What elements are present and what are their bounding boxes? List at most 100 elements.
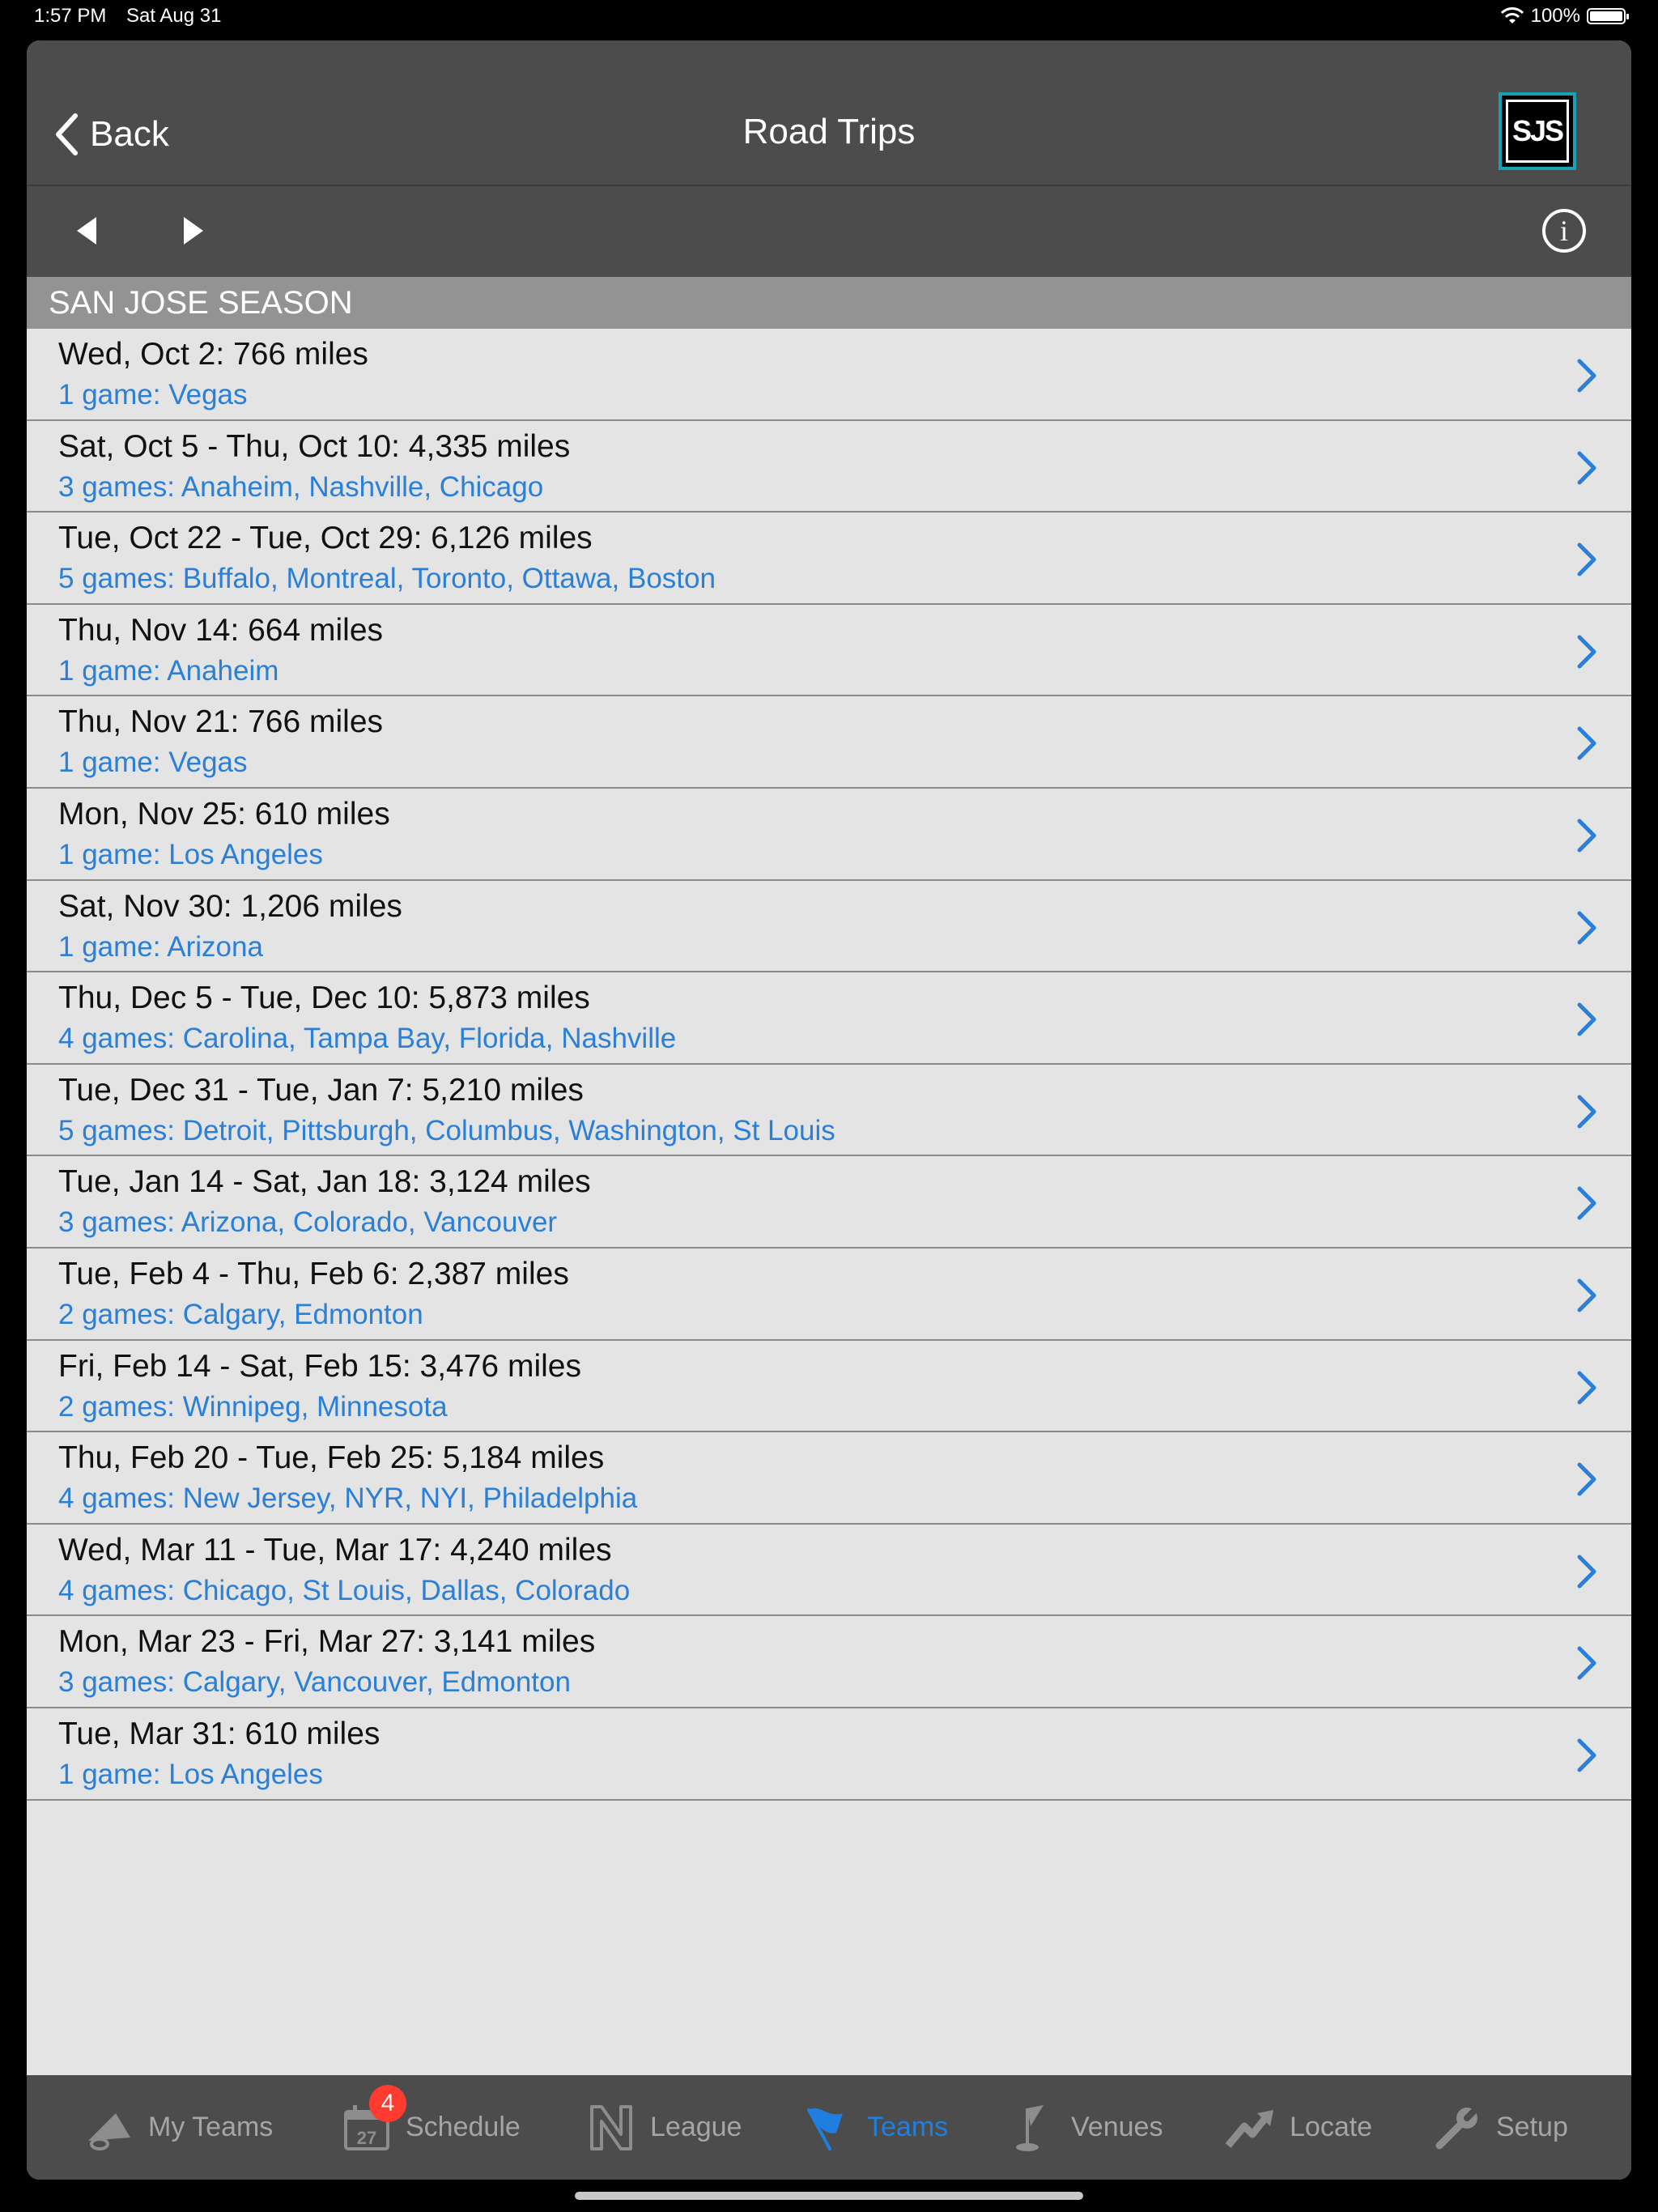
trip-row[interactable]: Thu, Dec 5 - Tue, Dec 10: 5,873 miles 4 … <box>27 972 1631 1065</box>
tab-schedule[interactable]: 27 Schedule <box>341 2075 521 2180</box>
team-logo-text: SJS <box>1506 100 1569 163</box>
tab-league[interactable]: League <box>585 2075 742 2180</box>
trip-games: 1 game: Anaheim <box>58 654 279 687</box>
status-date: Sat Aug 31 <box>126 5 222 27</box>
chevron-right-icon <box>1577 635 1596 669</box>
trip-games: 3 games: Anaheim, Nashville, Chicago <box>58 470 544 503</box>
trip-games: 5 games: Buffalo, Montreal, Toronto, Ott… <box>58 563 716 595</box>
chevron-right-icon <box>1577 1095 1596 1129</box>
team-logo[interactable]: SJS <box>1499 92 1576 170</box>
trip-row[interactable]: Thu, Nov 14: 664 miles 1 game: Anaheim <box>27 605 1631 697</box>
trend-arrow-icon <box>1225 2109 1273 2148</box>
trip-row[interactable]: Sat, Oct 5 - Thu, Oct 10: 4,335 miles 3 … <box>27 421 1631 513</box>
trip-title: Tue, Dec 31 - Tue, Jan 7: 5,210 miles <box>58 1072 584 1108</box>
trip-games: 1 game: Vegas <box>58 379 248 410</box>
wrench-icon <box>1435 2103 1482 2149</box>
calendar-day: 27 <box>357 2128 376 2148</box>
chevron-right-icon <box>1577 1186 1596 1220</box>
trip-title: Tue, Feb 4 - Thu, Feb 6: 2,387 miles <box>58 1256 569 1291</box>
battery-icon <box>1587 8 1629 24</box>
section-header: SAN JOSE SEASON <box>27 277 1631 329</box>
trip-row[interactable]: Wed, Oct 2: 766 miles 1 game: Vegas <box>27 329 1631 421</box>
battery-percent: 100% <box>1530 5 1580 27</box>
chevron-right-icon <box>1577 1738 1596 1772</box>
chevron-right-icon <box>1577 1646 1596 1680</box>
chevron-right-icon <box>1577 359 1596 393</box>
info-icon[interactable]: i <box>1542 209 1586 253</box>
chevron-right-icon <box>1577 1278 1596 1312</box>
wifi-icon <box>1500 7 1524 23</box>
tab-label: League <box>650 2112 742 2142</box>
trip-games: 4 games: Carolina, Tampa Bay, Florida, N… <box>58 1023 677 1055</box>
trip-title: Sat, Oct 5 - Thu, Oct 10: 4,335 miles <box>58 428 571 464</box>
chevron-right-icon <box>1577 1462 1596 1496</box>
trip-title: Mon, Nov 25: 610 miles <box>58 796 390 832</box>
tab-label: Schedule <box>406 2112 521 2142</box>
trip-games: 1 game: Los Angeles <box>58 838 323 870</box>
trip-games: 2 games: Calgary, Edmonton <box>58 1298 423 1330</box>
chevron-right-icon <box>1577 819 1596 853</box>
navigation-bar: Back Road Trips SJS <box>27 40 1631 186</box>
tab-my-teams[interactable]: My Teams <box>83 2075 273 2180</box>
road-trip-list: Wed, Oct 2: 766 miles 1 game: Vegas Sat,… <box>27 329 1631 1801</box>
trip-games: 4 games: Chicago, St Louis, Dallas, Colo… <box>58 1574 631 1606</box>
trip-title: Thu, Dec 5 - Tue, Dec 10: 5,873 miles <box>58 981 590 1016</box>
trip-games: 1 game: Arizona <box>58 930 263 963</box>
trip-title: Mon, Mar 23 - Fri, Mar 27: 3,141 miles <box>58 1624 596 1660</box>
app-window: Back Road Trips SJS i SAN JOSE SEASON We… <box>27 40 1631 2180</box>
triangle-right-icon[interactable] <box>174 211 215 251</box>
chevron-right-icon <box>1577 1555 1596 1589</box>
trip-title: Wed, Oct 2: 766 miles <box>58 337 368 372</box>
trip-games: 2 games: Winnipeg, Minnesota <box>58 1390 448 1423</box>
league-n-icon <box>590 2104 632 2150</box>
flag-icon <box>807 2108 843 2150</box>
status-right: 100% <box>1500 5 1629 28</box>
triangle-left-icon[interactable] <box>66 211 106 251</box>
trip-row[interactable]: Mon, Mar 23 - Fri, Mar 27: 3,141 miles 3… <box>27 1616 1631 1708</box>
page-title: Road Trips <box>742 112 916 151</box>
tab-label: Teams <box>867 2112 949 2142</box>
trip-games: 3 games: Calgary, Vancouver, Edmonton <box>58 1666 571 1699</box>
trip-games: 3 games: Arizona, Colorado, Vancouver <box>58 1206 558 1239</box>
trip-row[interactable]: Tue, Mar 31: 610 miles 1 game: Los Angel… <box>27 1708 1631 1801</box>
chevron-right-icon <box>1577 451 1596 485</box>
trip-title: Fri, Feb 14 - Sat, Feb 15: 3,476 miles <box>58 1348 581 1384</box>
status-time: 1:57 PM <box>34 5 107 27</box>
home-indicator <box>575 2192 1083 2200</box>
tab-label: Setup <box>1496 2112 1568 2142</box>
trip-row[interactable]: Mon, Nov 25: 610 miles 1 game: Los Angel… <box>27 789 1631 881</box>
trip-row[interactable]: Wed, Mar 11 - Tue, Mar 17: 4,240 miles 4… <box>27 1525 1631 1617</box>
trip-row[interactable]: Sat, Nov 30: 1,206 miles 1 game: Arizona <box>27 881 1631 973</box>
trip-row[interactable]: Thu, Feb 20 - Tue, Feb 25: 5,184 miles 4… <box>27 1432 1631 1525</box>
trip-row[interactable]: Tue, Jan 14 - Sat, Jan 18: 3,124 miles 3… <box>27 1156 1631 1249</box>
trip-games: 4 games: New Jersey, NYR, NYI, Philadelp… <box>58 1482 638 1515</box>
schedule-badge: 4 <box>369 2085 406 2122</box>
tab-venues[interactable]: Venues <box>1006 2075 1163 2180</box>
trip-title: Thu, Nov 21: 766 miles <box>58 704 384 740</box>
trip-games: 5 games: Detroit, Pittsburgh, Columbus, … <box>58 1114 835 1146</box>
trip-title: Thu, Feb 20 - Tue, Feb 25: 5,184 miles <box>58 1440 605 1476</box>
trip-title: Tue, Mar 31: 610 miles <box>58 1716 380 1751</box>
status-bar: 1:57 PM Sat Aug 31 100% <box>0 0 1658 36</box>
tab-label: Locate <box>1290 2112 1373 2142</box>
trip-title: Tue, Jan 14 - Sat, Jan 18: 3,124 miles <box>58 1164 591 1200</box>
trip-row[interactable]: Thu, Nov 21: 766 miles 1 game: Vegas <box>27 696 1631 789</box>
golf-flag-icon <box>1016 2104 1044 2151</box>
chevron-right-icon <box>1577 1002 1596 1036</box>
chevron-right-icon <box>1577 911 1596 945</box>
tab-setup[interactable]: Setup <box>1431 2075 1568 2180</box>
trip-games: 1 game: Los Angeles <box>58 1758 323 1790</box>
trip-row[interactable]: Tue, Feb 4 - Thu, Feb 6: 2,387 miles 2 g… <box>27 1249 1631 1341</box>
tab-bar: My Teams 27 Schedule 4 League Teams Venu… <box>27 2075 1631 2180</box>
toolbar: i <box>27 186 1631 277</box>
trip-title: Sat, Nov 30: 1,206 miles <box>58 888 402 924</box>
trip-row[interactable]: Fri, Feb 14 - Sat, Feb 15: 3,476 miles 2… <box>27 1341 1631 1433</box>
tab-label: My Teams <box>148 2112 274 2142</box>
trip-row[interactable]: Tue, Dec 31 - Tue, Jan 7: 5,210 miles 5 … <box>27 1065 1631 1157</box>
tab-locate[interactable]: Locate <box>1225 2075 1372 2180</box>
trip-row[interactable]: Tue, Oct 22 - Tue, Oct 29: 6,126 miles 5… <box>27 513 1631 605</box>
trip-title: Thu, Nov 14: 664 miles <box>58 612 384 648</box>
megaphone-icon <box>88 2112 130 2150</box>
trip-title: Wed, Mar 11 - Tue, Mar 17: 4,240 miles <box>58 1532 612 1568</box>
tab-teams[interactable]: Teams <box>802 2075 948 2180</box>
